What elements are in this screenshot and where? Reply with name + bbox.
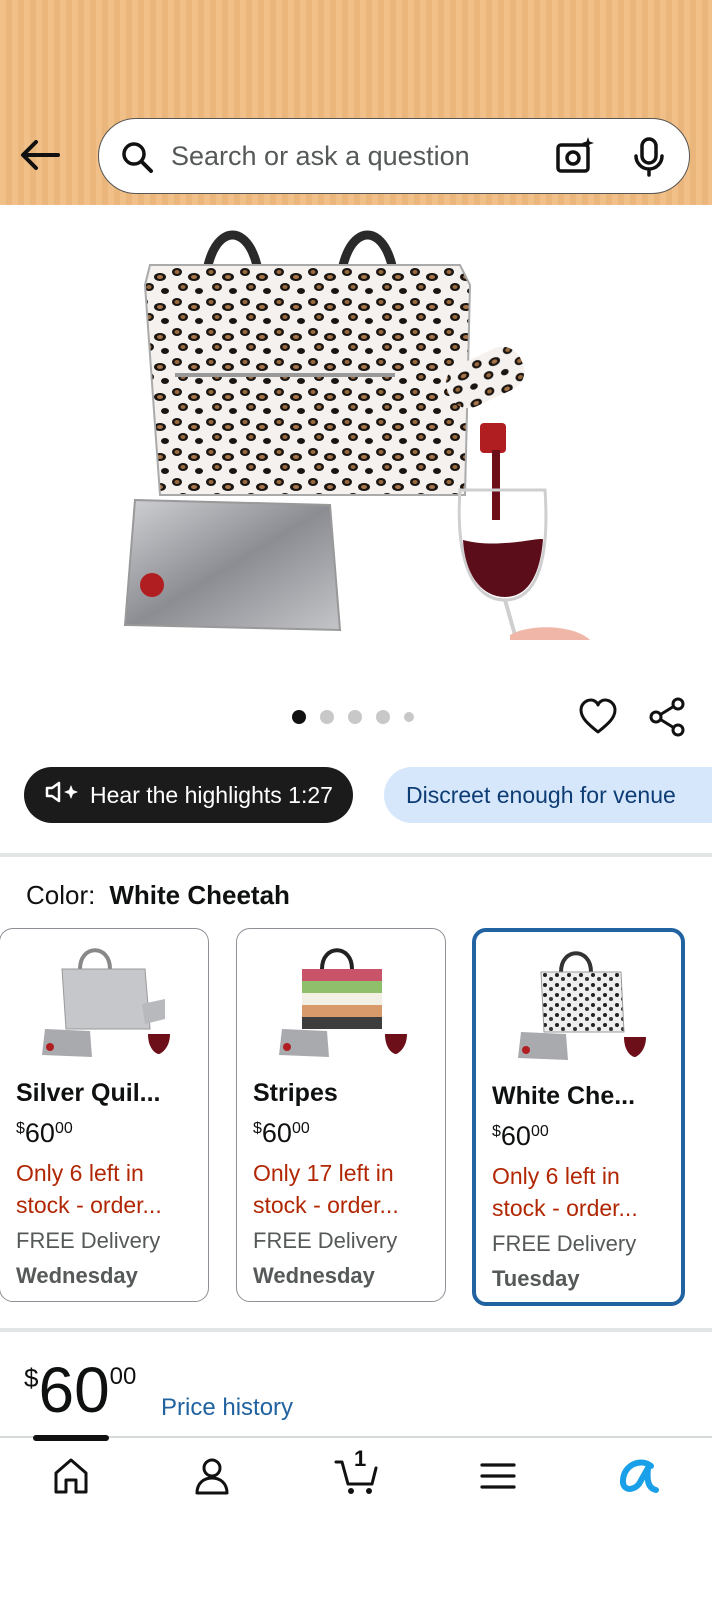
variant-stock: Only 6 left in stock - order... (492, 1163, 638, 1221)
carousel-dot[interactable] (320, 710, 334, 724)
bottom-nav: 1 (0, 1435, 712, 1516)
variant-name: Silver Quil... (16, 1079, 161, 1107)
variant-price: $6000 (16, 1118, 73, 1148)
price-history-link[interactable]: Price history (161, 1394, 293, 1422)
color-label: Color: (26, 880, 96, 910)
share-icon[interactable] (648, 697, 688, 742)
carousel-dot[interactable] (348, 710, 362, 724)
active-tab-indicator (33, 1435, 109, 1441)
variant-image (42, 948, 170, 1057)
speaker-sparkle-icon (44, 780, 80, 810)
variant-image (279, 948, 407, 1057)
price-currency: $ (24, 1363, 39, 1393)
carousel-dot[interactable] (404, 712, 414, 722)
cart-count: 1 (354, 1446, 367, 1471)
variant-image (518, 951, 646, 1060)
back-arrow-icon[interactable] (18, 135, 62, 175)
section-divider (0, 853, 712, 857)
color-value: White Cheetah (109, 880, 290, 910)
variant-delivery: FREE Delivery Tuesday (492, 1231, 637, 1291)
rufus-ai-icon[interactable] (618, 1456, 660, 1501)
hear-highlights-button[interactable]: Hear the highlights 1:27 (24, 767, 353, 823)
variant-name: White Che... (492, 1082, 636, 1110)
variant-name: Stripes (253, 1079, 338, 1107)
heart-icon[interactable] (578, 697, 618, 742)
color-selection-label: Color: White Cheetah (26, 880, 290, 911)
variant-stock: Only 6 left in stock - order... (16, 1160, 162, 1218)
home-icon[interactable] (52, 1456, 90, 1501)
variant-delivery: FREE Delivery Wednesday (253, 1228, 398, 1288)
carousel-dot[interactable] (376, 710, 390, 724)
search-bar[interactable]: Search or ask a question (98, 118, 690, 194)
variant-card-stripes[interactable]: Stripes $6000 Only 17 left in stock - ord… (236, 928, 446, 1302)
section-divider (0, 1328, 712, 1332)
carousel-dot[interactable] (292, 710, 306, 724)
variant-card-white-cheetah[interactable]: White Che... $6000 Only 6 left in stock -… (472, 928, 685, 1306)
camera-search-icon[interactable] (554, 135, 596, 182)
variant-card-silver-quilted[interactable]: Silver Quil... $6000 Only 6 left in stock… (0, 928, 209, 1302)
header-bar: Search or ask a question (0, 0, 712, 205)
variant-delivery: FREE Delivery Wednesday (16, 1228, 161, 1288)
variant-stock: Only 17 left in stock - order... (253, 1160, 399, 1218)
search-input[interactable]: Search or ask a question (171, 141, 470, 172)
cart-icon[interactable]: 1 (334, 1446, 380, 1501)
price-fraction: 00 (109, 1363, 137, 1390)
suggested-question-chip[interactable]: Discreet enough for venue (384, 767, 712, 823)
image-carousel-dots[interactable] (292, 710, 414, 724)
product-image[interactable] (0, 205, 712, 675)
price-whole: 60 (38, 1354, 110, 1426)
account-icon[interactable] (193, 1456, 231, 1501)
variant-price: $6000 (492, 1121, 549, 1151)
product-price: $ 60 00 (24, 1355, 136, 1425)
suggested-question-label: Discreet enough for venue (406, 781, 676, 808)
search-icon (119, 139, 155, 180)
variant-price: $6000 (253, 1118, 310, 1148)
microphone-icon[interactable] (632, 137, 666, 182)
menu-icon[interactable] (479, 1456, 517, 1501)
hear-highlights-label: Hear the highlights 1:27 (90, 781, 333, 808)
